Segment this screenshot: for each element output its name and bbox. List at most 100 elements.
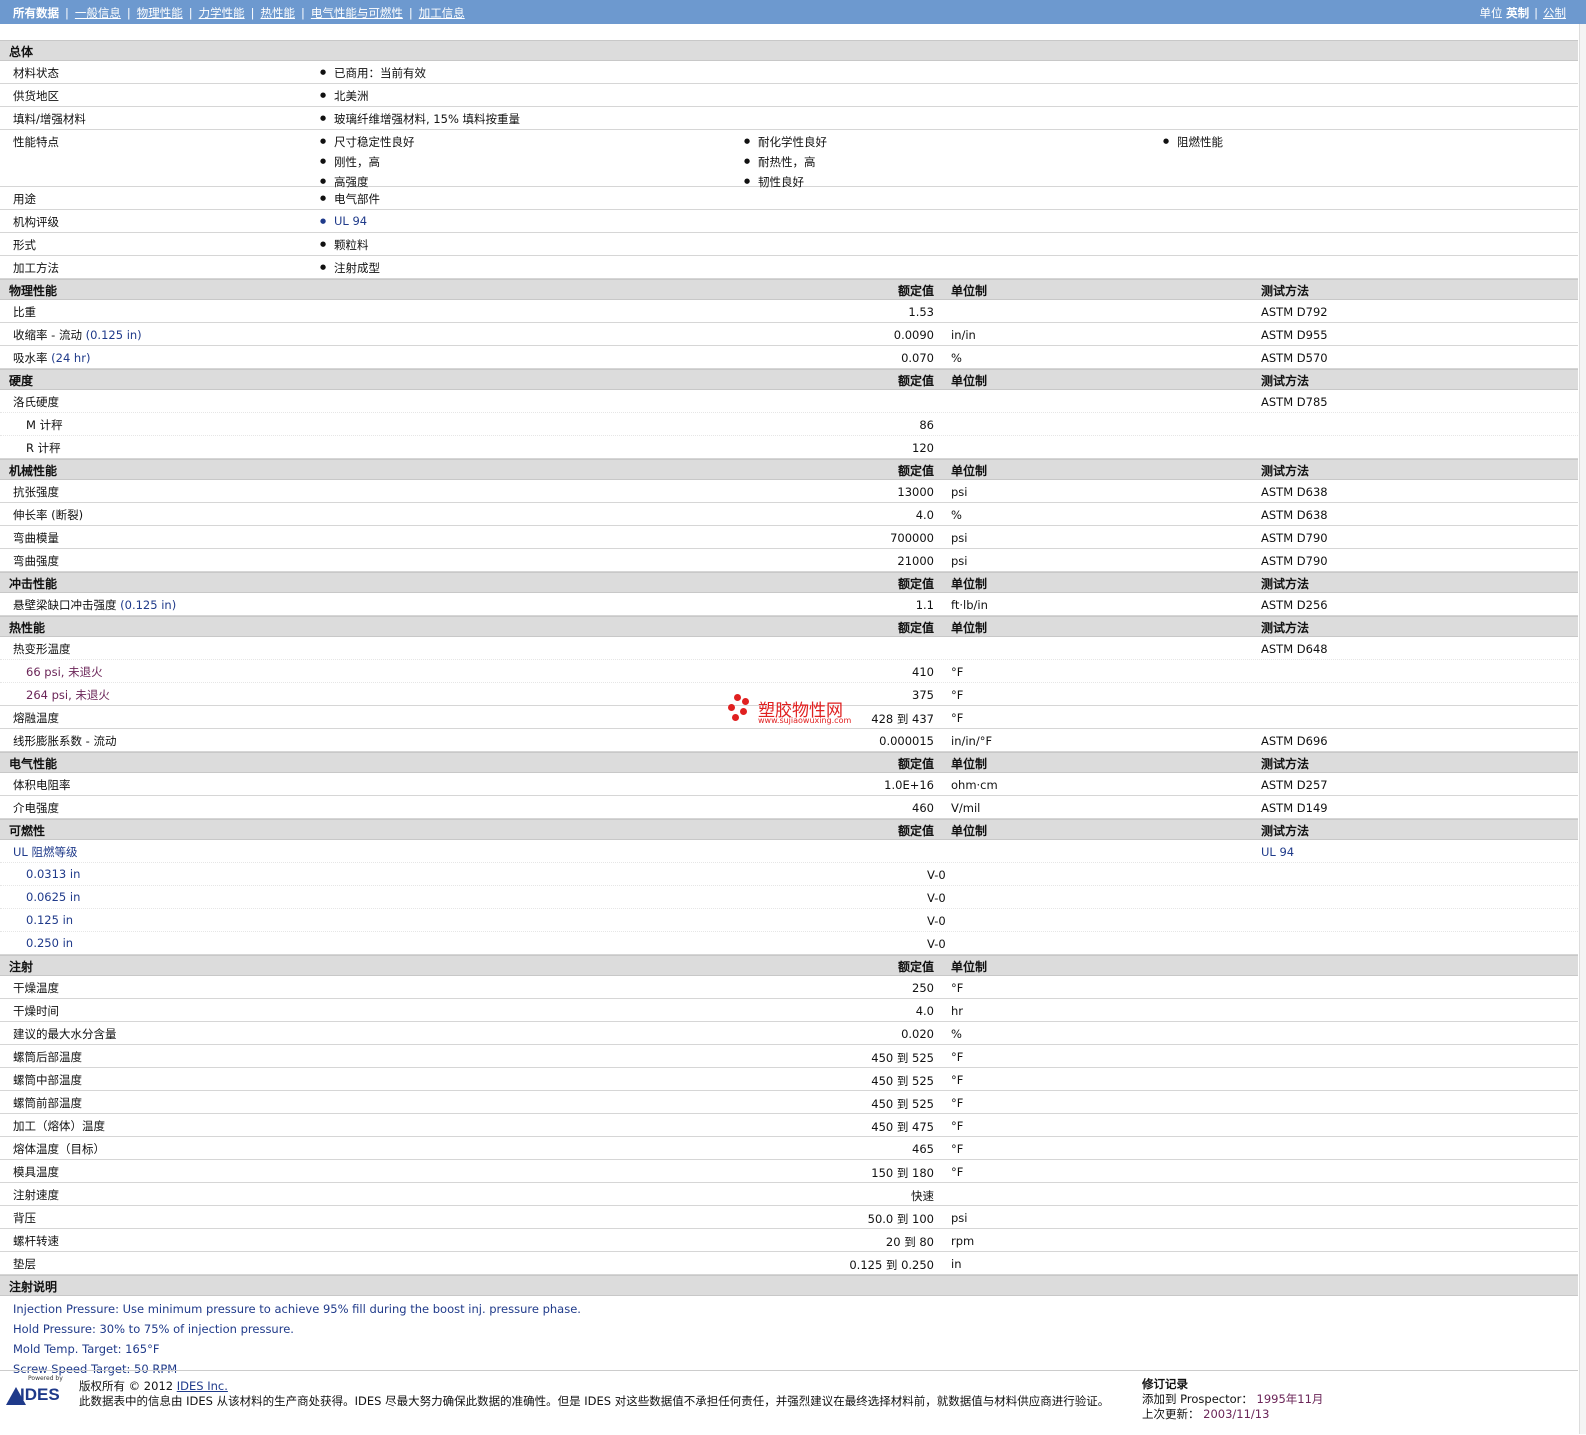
feature-item: 刚性，高 — [320, 154, 380, 170]
company-link[interactable]: IDES Inc. — [177, 1379, 228, 1393]
note-line: Mold Temp. Target: 165°F — [13, 1342, 160, 1356]
copyright-text: 版权所有 © 2012 — [79, 1379, 174, 1393]
row-method: ASTM D790 — [1261, 531, 1328, 545]
nav-physical[interactable]: 物理性能 — [137, 6, 183, 20]
row-unit: in/in — [951, 328, 976, 342]
row-label: 收缩率 - 流动 (0.125 in) — [13, 328, 142, 342]
col-method: 测试方法 — [1261, 284, 1310, 298]
row-value: 快速 — [911, 1189, 934, 1203]
row-label: 比重 — [13, 305, 36, 319]
unit-metric[interactable]: 公制 — [1543, 6, 1566, 20]
unit-imperial[interactable]: 英制 — [1506, 6, 1529, 20]
ides-logo: Powered by IDES — [6, 1375, 70, 1405]
table-row: 弯曲强度 21000 psi ASTM D790 — [0, 549, 1578, 572]
row-label: 材料状态 — [13, 66, 59, 80]
agency-link[interactable]: UL 94 — [320, 214, 367, 228]
row-label: 弯曲强度 — [13, 554, 59, 568]
table-row: 加工（熔体）温度 450 到 475 °F — [0, 1114, 1578, 1137]
row-unit: °F — [951, 1165, 964, 1179]
revision-title: 修订记录 — [1142, 1377, 1188, 1391]
row-value: 0.000015 — [879, 734, 934, 748]
list-item: 已商用：当前有效 — [320, 65, 426, 81]
disclaimer: 此数据表中的信息由 IDES 从该材料的生产商处获得。IDES 尽最大努力确保此… — [79, 1394, 1110, 1408]
table-row: 背压 50.0 到 100 psi — [0, 1206, 1578, 1229]
updated-value: 2003/11/13 — [1203, 1407, 1270, 1421]
table-row: 介电强度 460 V/mil ASTM D149 — [0, 796, 1578, 819]
table-row: R 计秤 120 — [0, 436, 1578, 459]
table-row: M 计秤 86 — [0, 413, 1578, 436]
col-nominal: 额定值 — [897, 284, 934, 298]
row-label: 加工（熔体）温度 — [13, 1119, 105, 1133]
row-unit: in — [951, 1257, 962, 1271]
section-title: 电气性能 — [9, 757, 58, 771]
note-line: Injection Pressure: Use minimum pressure… — [13, 1302, 581, 1316]
row-value: 86 — [919, 418, 934, 432]
table-row: 填料/增强材料 玻璃纤维增强材料, 15% 填料按重量 — [0, 107, 1578, 130]
col-nominal: 额定值 — [897, 960, 934, 974]
row-unit: rpm — [951, 1234, 975, 1248]
row-label: 悬壁梁缺口冲击强度 (0.125 in) — [13, 598, 177, 612]
row-unit: °F — [951, 981, 964, 995]
col-unit: 单位制 — [951, 464, 988, 478]
row-method: ASTM D790 — [1261, 554, 1328, 568]
added-value: 1995年11月 — [1256, 1392, 1324, 1406]
nav-processing[interactable]: 加工信息 — [419, 6, 465, 20]
nav-all-data[interactable]: 所有数据 — [13, 6, 59, 20]
row-label: 注射速度 — [13, 1188, 59, 1202]
row-label: 0.250 in — [26, 936, 74, 950]
table-row: 加工方法 注射成型 — [0, 256, 1578, 279]
row-label: 弯曲模量 — [13, 531, 59, 545]
nav-mechanical[interactable]: 力学性能 — [199, 6, 245, 20]
table-row: 用途 电气部件 — [0, 187, 1578, 210]
row-unit: °F — [951, 665, 964, 679]
row-method: ASTM D256 — [1261, 598, 1328, 612]
footer: Powered by IDES 版权所有 © 2012 IDES Inc. 此数… — [0, 1370, 1578, 1435]
row-value: 1.1 — [915, 598, 934, 612]
table-row: 比重 1.53 ASTM D792 — [0, 300, 1578, 323]
row-label: 干燥时间 — [13, 1004, 59, 1018]
row-condition: (0.125 in) — [85, 328, 142, 342]
nav-electrical[interactable]: 电气性能与可燃性 — [311, 6, 403, 20]
table-row: 机构评级 UL 94 — [0, 210, 1578, 233]
row-label: 抗张强度 — [13, 485, 59, 499]
row-value: 20 到 80 — [885, 1235, 934, 1249]
table-row: 螺筒后部温度 450 到 525 °F — [0, 1045, 1578, 1068]
section-title: 冲击性能 — [9, 577, 58, 591]
row-condition: (0.125 in) — [120, 598, 177, 612]
col-unit: 单位制 — [951, 960, 988, 974]
row-label: 0.0625 in — [26, 890, 81, 904]
row-unit: °F — [951, 688, 964, 702]
row-label: 熔体温度（目标） — [13, 1142, 105, 1156]
row-value: 460 — [912, 801, 934, 815]
row-value: 1.0E+16 — [884, 778, 934, 792]
row-label: 吸水率 (24 hr) — [13, 351, 91, 365]
row-value: 450 到 525 — [871, 1074, 934, 1088]
row-label: M 计秤 — [26, 418, 63, 432]
row-value: 410 — [912, 665, 934, 679]
nav-thermal[interactable]: 热性能 — [261, 6, 296, 20]
section-header-notes: 注射说明 — [0, 1275, 1578, 1296]
row-label: 机构评级 — [13, 215, 59, 229]
scrollbar[interactable] — [1579, 24, 1586, 1434]
section-header-physical: 物理性能 额定值 单位制 测试方法 — [0, 279, 1578, 300]
row-method: UL 94 — [1261, 845, 1295, 859]
row-unit: °F — [951, 711, 964, 725]
nav-general-info[interactable]: 一般信息 — [75, 6, 121, 20]
table-row: 热变形温度 ASTM D648 — [0, 637, 1578, 660]
row-value: 4.0 — [915, 508, 934, 522]
row-unit: in/in/°F — [951, 734, 993, 748]
col-nominal: 额定值 — [897, 577, 934, 591]
list-item: 北美洲 — [320, 88, 368, 104]
section-header-flammability: 可燃性 额定值 单位制 测试方法 — [0, 819, 1578, 840]
row-value: 450 到 525 — [871, 1051, 934, 1065]
row-unit: °F — [951, 1142, 964, 1156]
section-title: 物理性能 — [9, 284, 58, 298]
section-header-mechanical: 机械性能 额定值 单位制 测试方法 — [0, 459, 1578, 480]
row-label: 线形膨胀系数 - 流动 — [13, 734, 117, 748]
col-method: 测试方法 — [1261, 374, 1310, 388]
row-label: 伸长率 (断裂) — [13, 508, 84, 522]
col-unit: 单位制 — [951, 757, 988, 771]
section-header-injection: 注射 额定值 单位制 — [0, 955, 1578, 976]
row-value: 4.0 — [915, 1004, 934, 1018]
row-label: 0.0313 in — [26, 867, 81, 881]
